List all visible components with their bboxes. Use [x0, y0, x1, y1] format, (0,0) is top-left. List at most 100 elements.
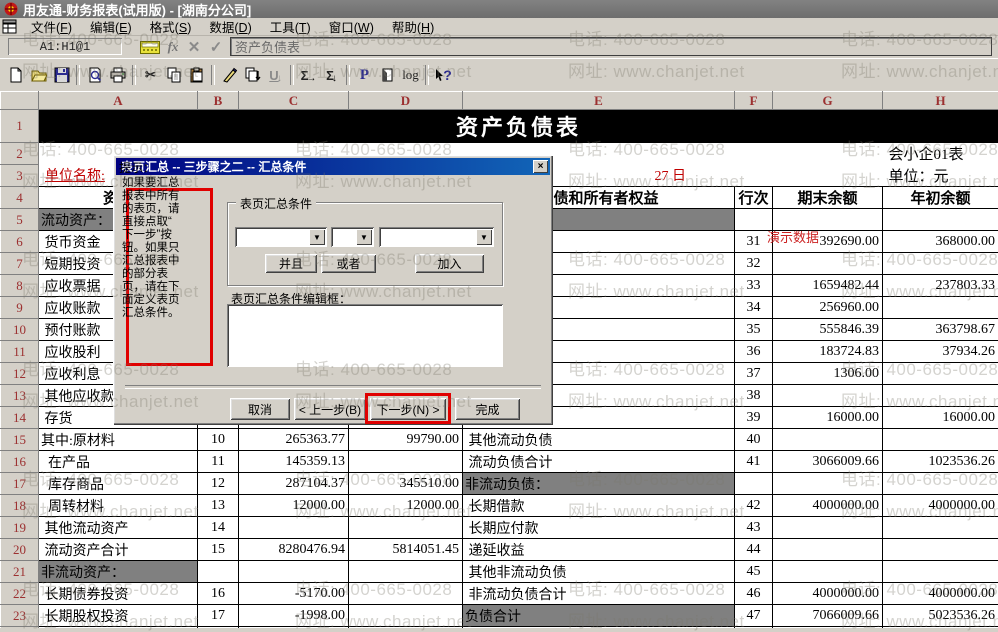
row-header-19[interactable]: 19	[1, 517, 39, 539]
cell-G12[interactable]: 1306.00	[773, 363, 883, 385]
cell-F18[interactable]: 42	[735, 495, 773, 517]
row-header-16[interactable]: 16	[1, 451, 39, 473]
cell-F3[interactable]	[735, 165, 773, 187]
cell-D18[interactable]: 12000.00	[349, 495, 463, 517]
row-header-4[interactable]: 4	[1, 187, 39, 209]
form-code-cell[interactable]: 会小企01表	[883, 143, 998, 165]
condition-editor-textarea[interactable]	[227, 304, 503, 367]
cell-F10[interactable]: 35	[735, 319, 773, 341]
row-header-18[interactable]: 18	[1, 495, 39, 517]
page-setup-icon[interactable]: P	[353, 64, 376, 86]
chevron-down-icon[interactable]: ▼	[356, 229, 372, 245]
cell-H7[interactable]	[883, 253, 998, 275]
cell-H5[interactable]	[883, 209, 998, 231]
dialog-title-bar[interactable]: 表页汇总 -- 三步骤之二 -- 汇总条件 ×	[116, 158, 550, 175]
cell-H16[interactable]: 1023536.26	[883, 451, 998, 473]
cell-H17[interactable]	[883, 473, 998, 495]
cell-E21[interactable]: 其他非流动负债	[463, 561, 735, 583]
row-header-3[interactable]: 3	[1, 165, 39, 187]
row-header-5[interactable]: 5	[1, 209, 39, 231]
cell-H9[interactable]	[883, 297, 998, 319]
cell-C23[interactable]: -1998.00	[239, 605, 349, 627]
open-icon[interactable]	[27, 64, 50, 86]
cell-E20[interactable]: 递延收益	[463, 539, 735, 561]
add-button[interactable]: 加入	[415, 254, 484, 273]
cell-D17[interactable]: 345510.00	[349, 473, 463, 495]
row-header-23[interactable]: 23	[1, 605, 39, 627]
cell-F14[interactable]: 39	[735, 407, 773, 429]
cell-C21[interactable]	[239, 561, 349, 583]
cell-A17[interactable]: 库存商品	[39, 473, 198, 495]
cell-C18[interactable]: 12000.00	[239, 495, 349, 517]
cell-F9[interactable]: 34	[735, 297, 773, 319]
menu-item-6[interactable]: 帮助(H)	[383, 16, 443, 37]
cell-H12[interactable]	[883, 363, 998, 385]
cell-H13[interactable]	[883, 385, 998, 407]
cell-F23[interactable]: 47	[735, 605, 773, 627]
menu-item-4[interactable]: 工具(T)	[261, 16, 320, 37]
cell-F11[interactable]: 36	[735, 341, 773, 363]
new-icon[interactable]	[4, 64, 27, 86]
cell-B16[interactable]: 11	[198, 451, 239, 473]
cell-F21[interactable]: 45	[735, 561, 773, 583]
chevron-down-icon[interactable]: ▼	[309, 229, 325, 245]
cell-A21[interactable]: 非流动资产：	[39, 561, 198, 583]
print-preview-icon[interactable]	[83, 64, 106, 86]
cell-B22[interactable]: 16	[198, 583, 239, 605]
cell-D16[interactable]	[349, 451, 463, 473]
cell-F13[interactable]: 38	[735, 385, 773, 407]
cell-D19[interactable]	[349, 517, 463, 539]
header-ending-balance[interactable]: 期末余额	[773, 187, 883, 209]
cell-H8[interactable]: 237803.33	[883, 275, 998, 297]
and-button[interactable]: 并且	[265, 254, 317, 273]
cell-F17[interactable]	[735, 473, 773, 495]
cell-C19[interactable]	[239, 517, 349, 539]
cell-E22[interactable]: 非流动负债合计	[463, 583, 735, 605]
paste-icon[interactable]	[185, 64, 208, 86]
cell-G11[interactable]: 183724.83	[773, 341, 883, 363]
column-header-D[interactable]: D	[349, 92, 463, 110]
cell-A16[interactable]: 在产品	[39, 451, 198, 473]
row-header-1[interactable]: 1	[1, 110, 39, 143]
cell-B19[interactable]: 14	[198, 517, 239, 539]
formula-input[interactable]: 资产负债表	[230, 37, 992, 56]
confirm-check-icon[interactable]: ✓	[206, 38, 226, 56]
chevron-down-icon[interactable]: ▼	[476, 229, 492, 245]
cell-G21[interactable]	[773, 561, 883, 583]
back-button[interactable]: < 上一步(B)	[294, 398, 366, 420]
cell-G3[interactable]	[773, 165, 883, 187]
cell-H19[interactable]	[883, 517, 998, 539]
menu-item-2[interactable]: 格式(S)	[141, 16, 201, 37]
finish-button[interactable]: 完成	[455, 398, 520, 420]
row-header-17[interactable]: 17	[1, 473, 39, 495]
row-header-14[interactable]: 14	[1, 407, 39, 429]
unit-label-cell[interactable]: 单位：元	[883, 165, 998, 187]
select-all-corner[interactable]	[1, 92, 39, 110]
menu-item-1[interactable]: 编辑(E)	[81, 16, 141, 37]
cell-D20[interactable]: 5814051.45	[349, 539, 463, 561]
cell-A18[interactable]: 周转材料	[39, 495, 198, 517]
cell-G18[interactable]: 4000000.00	[773, 495, 883, 517]
cell-G16[interactable]: 3066009.66	[773, 451, 883, 473]
cell-C22[interactable]: -5170.00	[239, 583, 349, 605]
cell-G13[interactable]	[773, 385, 883, 407]
close-icon[interactable]: ×	[533, 160, 548, 173]
cell-G19[interactable]	[773, 517, 883, 539]
cell-F19[interactable]: 43	[735, 517, 773, 539]
cell-G15[interactable]	[773, 429, 883, 451]
cell-H6[interactable]: 368000.00	[883, 231, 998, 253]
cell-A15[interactable]: 其中:原材料	[39, 429, 198, 451]
column-header-G[interactable]: G	[773, 92, 883, 110]
cell-G10[interactable]: 555846.39	[773, 319, 883, 341]
menu-item-3[interactable]: 数据(D)	[200, 16, 260, 37]
cell-H23[interactable]: 5023536.26	[883, 605, 998, 627]
header-beginning-balance[interactable]: 年初余额	[883, 187, 998, 209]
cell-G20[interactable]	[773, 539, 883, 561]
cell-E18[interactable]: 长期借款	[463, 495, 735, 517]
cell-G8[interactable]: 1659482.44	[773, 275, 883, 297]
document-system-icon[interactable]	[2, 19, 18, 35]
menu-item-5[interactable]: 窗口(W)	[320, 16, 383, 37]
column-header-A[interactable]: A	[39, 92, 198, 110]
cell-E16[interactable]: 流动负债合计	[463, 451, 735, 473]
row-header-9[interactable]: 9	[1, 297, 39, 319]
